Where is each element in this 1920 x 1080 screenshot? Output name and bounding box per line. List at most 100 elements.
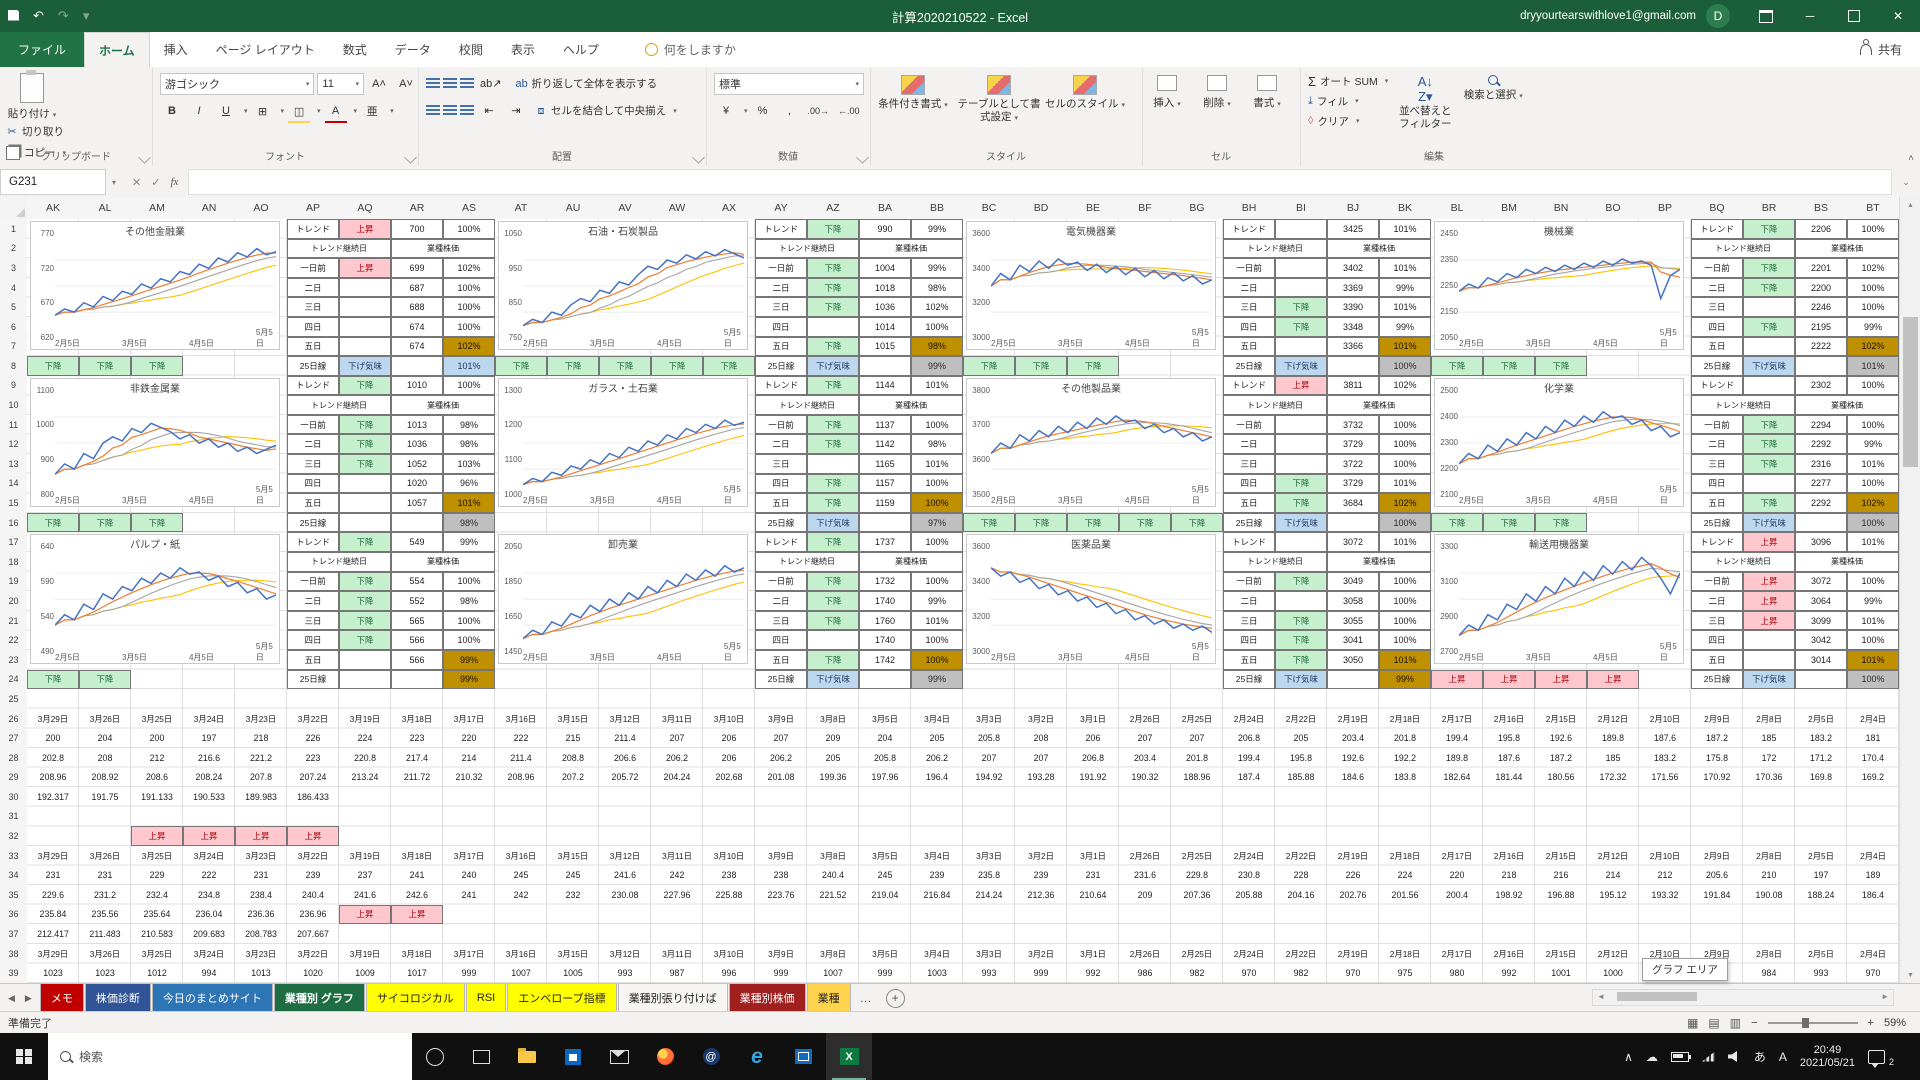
marker-cell[interactable]: 下降 [1067, 356, 1119, 376]
data-cell[interactable]: 220 [1431, 865, 1483, 885]
marker-cell[interactable]: 下降 [495, 356, 547, 376]
trend-value[interactable] [807, 317, 859, 337]
data-cell[interactable]: 208.96 [27, 768, 79, 788]
sheet-tab-エンベローブ指標[interactable]: エンベローブ指標 [507, 984, 616, 1012]
row-header-21[interactable]: 21 [0, 611, 28, 632]
data-cell[interactable]: 229.6 [27, 885, 79, 905]
date-cell[interactable]: 2月8日 [1743, 944, 1795, 964]
trend-value[interactable] [339, 317, 391, 337]
data-cell[interactable]: 206 [1067, 728, 1119, 748]
data-cell[interactable]: 191.84 [1691, 885, 1743, 905]
data-cell[interactable]: 212 [131, 748, 183, 768]
data-cell[interactable]: 1001 [1535, 963, 1587, 983]
network-icon[interactable] [1702, 1052, 1715, 1062]
data-cell[interactable]: 197.96 [859, 768, 911, 788]
data-cell[interactable]: 202.68 [703, 768, 755, 788]
tab-校閲[interactable]: 校閲 [445, 32, 497, 67]
marker-cell[interactable]: 下降 [1067, 513, 1119, 533]
collapse-ribbon-chevron-icon[interactable]: ˄ [1908, 153, 1914, 164]
trend-value[interactable]: 下降 [807, 415, 859, 435]
column-header-BK[interactable]: BK [1379, 197, 1432, 220]
taskbar-app-mail-icon[interactable] [596, 1033, 642, 1080]
trend-value[interactable] [1275, 415, 1327, 435]
date-cell[interactable]: 2月22日 [1275, 944, 1327, 964]
data-cell[interactable]: 241 [443, 885, 495, 905]
marker-cell[interactable]: 上昇 [1587, 670, 1639, 690]
data-cell[interactable]: 198.92 [1483, 885, 1535, 905]
date-cell[interactable]: 3月26日 [79, 944, 131, 964]
data-cell[interactable]: 208.8 [547, 748, 599, 768]
font-size-select[interactable]: 11▾ [317, 73, 364, 95]
row-header-1[interactable]: 1 [0, 219, 28, 240]
date-cell[interactable]: 3月3日 [963, 709, 1015, 729]
data-cell[interactable]: 207 [1171, 728, 1223, 748]
column-header-BN[interactable]: BN [1535, 197, 1588, 220]
row-header-26[interactable]: 26 [0, 709, 28, 730]
row-header-35[interactable]: 35 [0, 885, 28, 906]
data-cell[interactable]: 218 [235, 728, 287, 748]
data-cell[interactable]: 204.24 [651, 768, 703, 788]
onedrive-cloud-icon[interactable]: ☁ [1646, 1050, 1658, 1064]
scroll-up-arrow-icon[interactable]: ▲ [1900, 197, 1920, 213]
marker-cell[interactable]: 下降 [1431, 356, 1483, 376]
data-cell[interactable]: 190.533 [183, 787, 235, 807]
marker-cell[interactable]: 下降 [599, 356, 651, 376]
column-header-AN[interactable]: AN [183, 197, 236, 220]
up-marker-cell[interactable]: 上昇 [235, 826, 287, 846]
trend-value[interactable]: 下降 [339, 376, 391, 396]
data-cell[interactable]: 206.2 [755, 748, 807, 768]
marker-cell[interactable]: 下降 [703, 356, 755, 376]
marker-cell[interactable]: 下降 [1171, 513, 1223, 533]
trend-value[interactable] [1275, 434, 1327, 454]
date-cell[interactable]: 2月15日 [1535, 709, 1587, 729]
insert-cells-button[interactable]: 挿入▾ [1142, 75, 1192, 110]
column-header-BT[interactable]: BT [1847, 197, 1899, 220]
marker-cell[interactable]: 下降 [1431, 513, 1483, 533]
row-header-25[interactable]: 25 [0, 689, 28, 710]
data-cell[interactable]: 208.96 [495, 768, 547, 788]
decrease-indent-button[interactable]: ⇤ [477, 101, 501, 121]
data-cell[interactable]: 193.28 [1015, 768, 1067, 788]
data-cell[interactable]: 211.4 [495, 748, 547, 768]
data-cell[interactable]: 187.2 [1535, 748, 1587, 768]
data-cell[interactable]: 207 [1119, 728, 1171, 748]
data-cell[interactable]: 208 [1015, 728, 1067, 748]
chart-石油・石炭製品[interactable]: 石油・石炭製品10509508507502月5日3月5日4月5日5月5日 [498, 221, 748, 350]
data-cell[interactable]: 204 [859, 728, 911, 748]
date-cell[interactable]: 2月10日 [1639, 709, 1691, 729]
cell-styles-button[interactable]: セルのスタイル▾ [1042, 75, 1128, 112]
marker-cell[interactable]: 下降 [1119, 513, 1171, 533]
data-cell[interactable]: 207.36 [1171, 885, 1223, 905]
marker-cell[interactable]: 下降 [1015, 513, 1067, 533]
column-header-AV[interactable]: AV [599, 197, 652, 220]
date-cell[interactable]: 2月24日 [1223, 709, 1275, 729]
date-cell[interactable]: 3月17日 [443, 846, 495, 866]
date-cell[interactable]: 2月19日 [1327, 709, 1379, 729]
up-marker-cell[interactable]: 上昇 [391, 905, 443, 925]
trend-value[interactable] [807, 454, 859, 474]
zoom-slider[interactable] [1768, 1022, 1858, 1024]
bold-button[interactable]: B [160, 101, 184, 121]
date-cell[interactable]: 3月19日 [339, 944, 391, 964]
date-cell[interactable]: 3月4日 [911, 846, 963, 866]
date-cell[interactable]: 3月22日 [287, 709, 339, 729]
date-cell[interactable]: 2月18日 [1379, 944, 1431, 964]
data-cell[interactable]: 197 [1795, 865, 1847, 885]
align-top-icon[interactable] [426, 78, 440, 89]
data-cell[interactable]: 216.84 [911, 885, 963, 905]
marker-cell[interactable]: 下降 [79, 356, 131, 376]
up-marker-cell[interactable]: 上昇 [183, 826, 235, 846]
date-cell[interactable]: 3月15日 [547, 944, 599, 964]
data-cell[interactable]: 196.4 [911, 768, 963, 788]
trend-value[interactable]: 下降 [1743, 434, 1795, 454]
taskbar-app-task-view-icon[interactable] [458, 1033, 504, 1080]
data-cell[interactable]: 187.6 [1483, 748, 1535, 768]
date-cell[interactable]: 3月12日 [599, 944, 651, 964]
data-cell[interactable]: 212.36 [1015, 885, 1067, 905]
trend-value[interactable]: 下降 [339, 434, 391, 454]
data-cell[interactable]: 205 [911, 728, 963, 748]
data-cell[interactable]: 200 [131, 728, 183, 748]
scroll-right-arrow-icon[interactable]: ► [1881, 992, 1889, 1001]
date-cell[interactable]: 3月3日 [963, 944, 1015, 964]
trend-value[interactable] [339, 513, 391, 533]
